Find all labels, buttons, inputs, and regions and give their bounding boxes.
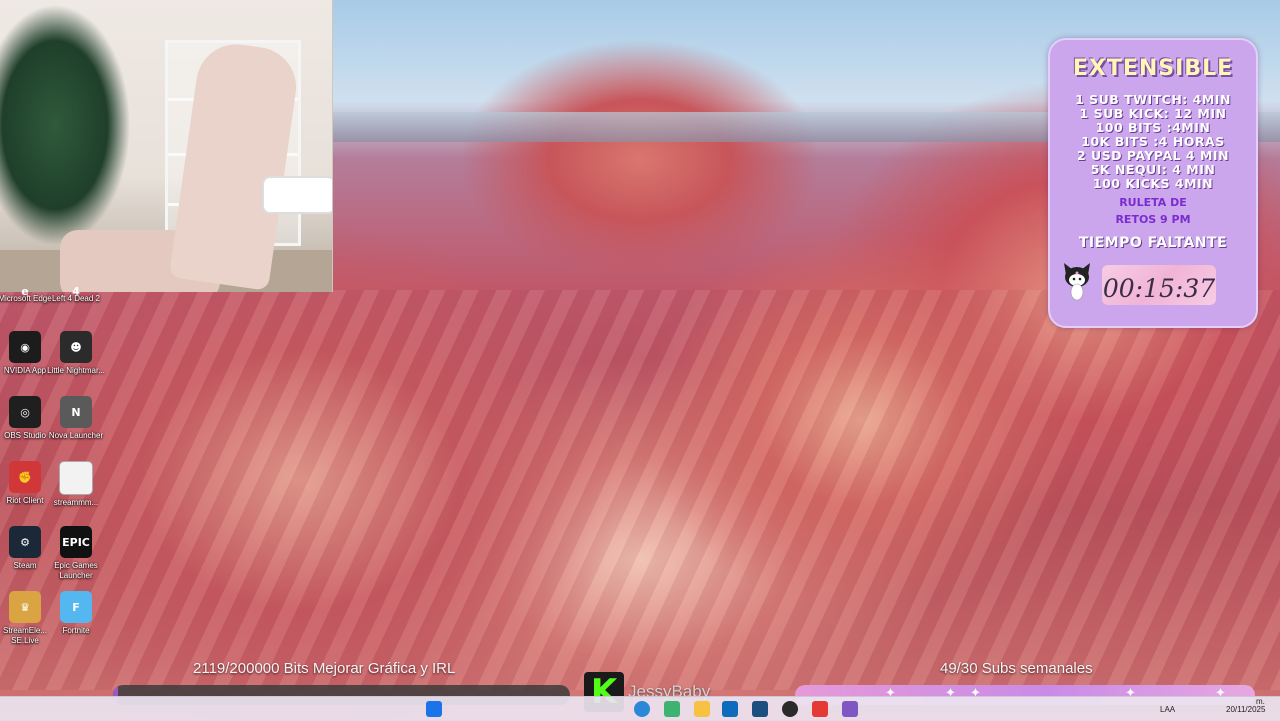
clock-time[interactable]: m. xyxy=(1256,697,1265,706)
desktop-icon-label: Little Nightmar... xyxy=(47,366,105,375)
clock-date[interactable]: 20/11/2025 xyxy=(1226,705,1265,714)
panel-title: EXTENSIBLE xyxy=(1072,56,1234,81)
rate-item: 100 BITS :4MIN xyxy=(1095,120,1211,135)
file-icon xyxy=(59,461,93,495)
desktop-icon[interactable]: N Nova Launcher xyxy=(46,396,106,441)
rate-item: 1 SUB KICK: 12 MIN xyxy=(1079,106,1227,121)
desktop-icon-label: Fortnite xyxy=(62,626,90,635)
christmas-tree xyxy=(0,0,150,250)
steam-icon: ⚙ xyxy=(9,526,41,558)
game-icon: ☻ xyxy=(60,331,92,363)
nvidia-icon: ◉ xyxy=(9,331,41,363)
countdown-timer: 00:15:37 xyxy=(1102,274,1216,303)
timer-title: TIEMPO FALTANTE xyxy=(1078,235,1228,251)
launcher-icon: N xyxy=(60,396,92,428)
rate-list: 1 SUB TWITCH: 4MIN 1 SUB KICK: 12 MIN 10… xyxy=(1050,93,1256,191)
edge-icon[interactable] xyxy=(634,701,650,717)
desktop-icon[interactable]: 4 Left 4 Dead 2 xyxy=(46,285,106,304)
riot-icon: ✊ xyxy=(9,461,41,493)
fortnite-icon: F xyxy=(60,591,92,623)
wallpaper-rock-texture xyxy=(0,290,1280,690)
desktop-icon-label: Epic Games Launcher xyxy=(54,561,98,580)
desktop-icon-label: streammm... xyxy=(53,498,99,507)
kuromi-icon xyxy=(1064,263,1090,301)
rate-item: 1 SUB TWITCH: 4MIN xyxy=(1075,92,1231,107)
ruleta-line: RETOS 9 PM xyxy=(1115,213,1191,226)
windows-start-icon[interactable] xyxy=(426,701,442,717)
obs-icon: ◎ xyxy=(9,396,41,428)
rate-item: 100 KICKS 4MIN xyxy=(1092,176,1214,191)
epic-icon: EPIC xyxy=(60,526,92,558)
desktop-icon[interactable]: ☻ Little Nightmar... xyxy=(46,331,106,376)
ruleta-note: RULETA DE RETOS 9 PM xyxy=(1050,194,1256,228)
heart-app-icon[interactable] xyxy=(812,701,828,717)
desktop-icon-label: Nova Launcher xyxy=(48,431,104,440)
rate-item: 2 USD PAYPAL 4 MIN xyxy=(1076,148,1230,163)
keyboard-language[interactable]: LAA xyxy=(1160,705,1175,714)
app-icon[interactable] xyxy=(842,701,858,717)
desktop-icon[interactable]: streammm... xyxy=(46,461,106,508)
desktop-icon[interactable]: EPIC Epic Games Launcher xyxy=(46,526,106,581)
obs-icon[interactable] xyxy=(782,701,798,717)
ruleta-line: RULETA DE xyxy=(1119,196,1187,209)
taskbar: LAA 20/11/2025 m. xyxy=(0,696,1280,721)
store-icon[interactable] xyxy=(664,701,680,717)
folder-icon[interactable] xyxy=(694,701,710,717)
desktop-icon-label: Left 4 Dead 2 xyxy=(51,294,101,303)
chair-armrest xyxy=(262,176,332,214)
subs-goal-text: 49/30 Subs semanales xyxy=(940,660,1093,677)
extensible-panel: EXTENSIBLE 1 SUB TWITCH: 4MIN 1 SUB KICK… xyxy=(1048,38,1258,328)
bits-goal-text: 2119/200000 Bits Mejorar Gráfica y IRL xyxy=(193,660,456,677)
webcam-feed xyxy=(0,0,333,292)
mail-icon[interactable] xyxy=(722,701,738,717)
crown-icon: ♛ xyxy=(9,591,41,623)
rate-item: 5K NEQUI: 4 MIN xyxy=(1090,162,1216,177)
desktop-icon[interactable]: F Fortnite xyxy=(46,591,106,636)
rate-item: 10K BITS :4 HORAS xyxy=(1081,134,1225,149)
app-icon[interactable] xyxy=(752,701,768,717)
